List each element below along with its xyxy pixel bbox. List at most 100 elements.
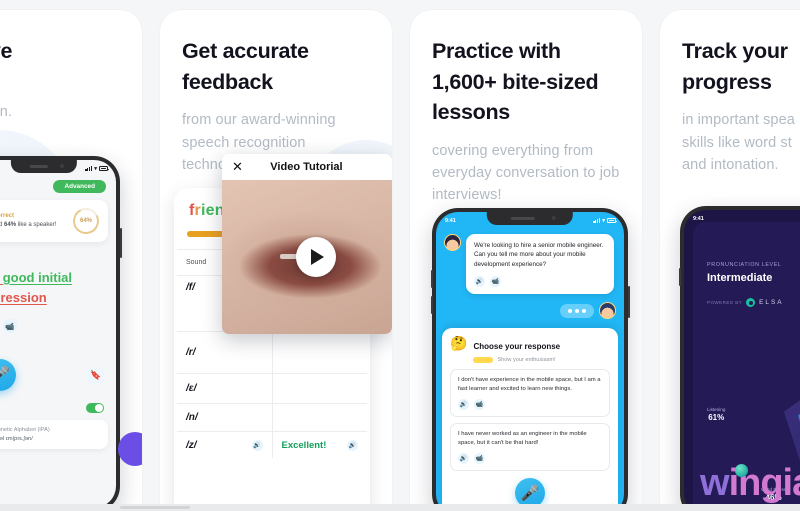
- video-icon[interactable]: 📹: [474, 452, 485, 464]
- score-percent: 64%: [4, 221, 17, 228]
- close-icon[interactable]: ✕: [232, 159, 243, 175]
- hint-badge: [473, 357, 494, 364]
- thinking-face-icon: 🤔: [450, 335, 468, 352]
- card-subline: in important spea skills like word st an…: [682, 112, 795, 173]
- feature-card-improve[interactable]: ove ish ation. 9:41 ▾ gular A: [0, 10, 142, 506]
- watermark: wingia: [700, 462, 800, 505]
- phone-power-button: [627, 286, 630, 318]
- card-headline: Track your progress: [682, 39, 788, 94]
- table-row[interactable]: /z/ 🔊 Excellent! 🔊: [177, 432, 367, 458]
- response-option[interactable]: I have never worked as an engineer in th…: [450, 423, 610, 471]
- metric-listening: Listening 61%: [707, 404, 725, 422]
- practice-sentence: e a good initial mpression: [0, 242, 116, 307]
- microphone-icon[interactable]: 🎤: [515, 477, 545, 506]
- battery-icon: [607, 218, 617, 223]
- phone-notch: [486, 212, 574, 225]
- response-panel-tag: Show your enthusiasm!: [497, 357, 556, 364]
- microphone-icon[interactable]: 🎤: [0, 359, 16, 391]
- table-row[interactable]: /r/: [177, 332, 367, 374]
- metric-name: Listening: [707, 407, 726, 412]
- sentence-actions: 🔊 📹: [0, 307, 116, 333]
- typing-indicator: [560, 303, 594, 318]
- phone-notch: [10, 160, 78, 173]
- sound-symbol: /n/: [186, 412, 198, 423]
- score-body-post: like a speaker!: [16, 221, 57, 228]
- card-text-block: Track your progress in important spea sk…: [660, 10, 800, 176]
- app-store-screenshot-carousel: ove ish ation. 9:41 ▾ gular A: [0, 0, 800, 511]
- metric-value: 61%: [708, 413, 725, 422]
- card-text-block: ove ish ation.: [0, 10, 142, 123]
- signal-icon: [85, 166, 93, 171]
- card-text-block: Practice with 1,600+ bite-sized lessons …: [410, 10, 642, 207]
- pronunciation-level-value: Intermediate: [707, 272, 773, 284]
- video-overlay-header: ✕ Video Tutorial: [222, 154, 392, 180]
- play-icon[interactable]: [295, 237, 336, 277]
- speaker-icon[interactable]: 🔊: [458, 399, 469, 411]
- ipa-toggle[interactable]: [86, 403, 104, 413]
- speaker-icon[interactable]: 🔊: [347, 439, 358, 451]
- status-time: 9:41: [445, 217, 456, 224]
- response-panel-header: 🤔 Choose your response Show your enthusi…: [450, 335, 610, 364]
- column-header-sound: Sound: [186, 259, 207, 266]
- feature-card-lessons[interactable]: Practice with 1,600+ bite-sized lessons …: [410, 10, 642, 506]
- ipa-card: l Phonetic Alphabet (IPA) t ru.[əl ɪm|pr…: [0, 420, 108, 449]
- chat-message-text: We're looking to hire a senior mobile en…: [474, 242, 604, 268]
- video-tutorial-overlay[interactable]: ✕ Video Tutorial: [222, 154, 392, 334]
- video-icon[interactable]: 📹: [3, 319, 17, 333]
- card-headline: ove: [0, 39, 13, 63]
- mic-row: 🎤: [450, 477, 610, 506]
- phone-volume-up-button: [678, 268, 681, 286]
- response-panel-title: Choose your response: [473, 342, 561, 352]
- phone-power-button: [119, 228, 122, 258]
- table-row[interactable]: /ɛ/: [177, 374, 367, 404]
- phone-mockup-lessons: 9:41 ▾ We're looking to hire a senior mo…: [430, 208, 630, 506]
- video-tutorial-frame[interactable]: [222, 180, 392, 334]
- phone-mockup-pronunciation: 9:41 ▾ gular Advanced t Correct: [0, 156, 122, 506]
- sound-symbol: /z/: [186, 439, 197, 451]
- level-badge[interactable]: Advanced: [53, 180, 106, 193]
- score-card: t Correct ound 64% like a speaker! 64%: [0, 200, 108, 242]
- video-icon[interactable]: 📹: [474, 399, 485, 411]
- card-subline: covering everything from everyday conver…: [432, 142, 620, 204]
- wifi-icon: ▾: [94, 165, 97, 172]
- elsa-logo-icon: [746, 298, 756, 307]
- sentence-word: initial: [38, 270, 73, 285]
- bookmark-icon[interactable]: 🔖: [88, 367, 104, 383]
- powered-by-row: POWERED BY ELSA: [693, 284, 800, 307]
- response-option[interactable]: I don't have experience in the mobile sp…: [450, 369, 610, 418]
- sound-symbol: /ɛ/: [186, 383, 197, 394]
- battery-icon: [99, 166, 109, 171]
- watermark-part-1: w: [700, 462, 730, 504]
- video-overlay-title: Video Tutorial: [270, 161, 343, 173]
- speaker-icon[interactable]: 🔊: [251, 439, 263, 451]
- response-panel: 🤔 Choose your response Show your enthusi…: [442, 328, 618, 506]
- sound-symbol: /r/: [186, 347, 196, 358]
- score-ring-value: 64%: [79, 217, 93, 224]
- phone-volume-down-button: [430, 296, 433, 314]
- feature-card-feedback[interactable]: Get accurate feedback from our award-win…: [160, 10, 392, 506]
- table-row[interactable]: /n/: [177, 404, 367, 432]
- ipa-title: l Phonetic Alphabet (IPA): [0, 427, 50, 433]
- typing-indicator-row: [436, 294, 624, 320]
- phone-mockup-progress: 9:41 ▾ Your Profile PRONUNCIATION LEVEL …: [678, 206, 800, 506]
- card-headline: Practice with 1,600+ bite-sized lessons: [432, 39, 599, 125]
- phone-volume-up-button: [430, 270, 433, 288]
- ipa-transcription: t ru.[əl ɪm|prɛ.ʃən/: [0, 436, 33, 442]
- response-option-text: I have never worked as an engineer in th…: [458, 431, 587, 446]
- card-subline: ish ation.: [0, 103, 13, 120]
- sound-symbol: /f/: [186, 282, 195, 293]
- globe-icon: [735, 464, 748, 477]
- bottom-scroll-bar[interactable]: [0, 504, 800, 511]
- video-icon[interactable]: 📹: [490, 276, 501, 288]
- ipa-toggle-row: [0, 391, 116, 413]
- signal-icon: [593, 218, 601, 223]
- word-letter: e: [205, 202, 215, 219]
- feature-card-progress[interactable]: Track your progress in important spea sk…: [660, 10, 800, 506]
- speaker-icon[interactable]: 🔊: [458, 452, 469, 464]
- result-label: Excellent!: [281, 439, 327, 451]
- response-option-text: I don't have experience in the mobile sp…: [458, 377, 601, 393]
- wifi-icon: ▾: [602, 217, 605, 224]
- speaker-icon[interactable]: 🔊: [474, 276, 485, 288]
- status-time: 9:41: [693, 215, 704, 222]
- avatar: [599, 302, 616, 320]
